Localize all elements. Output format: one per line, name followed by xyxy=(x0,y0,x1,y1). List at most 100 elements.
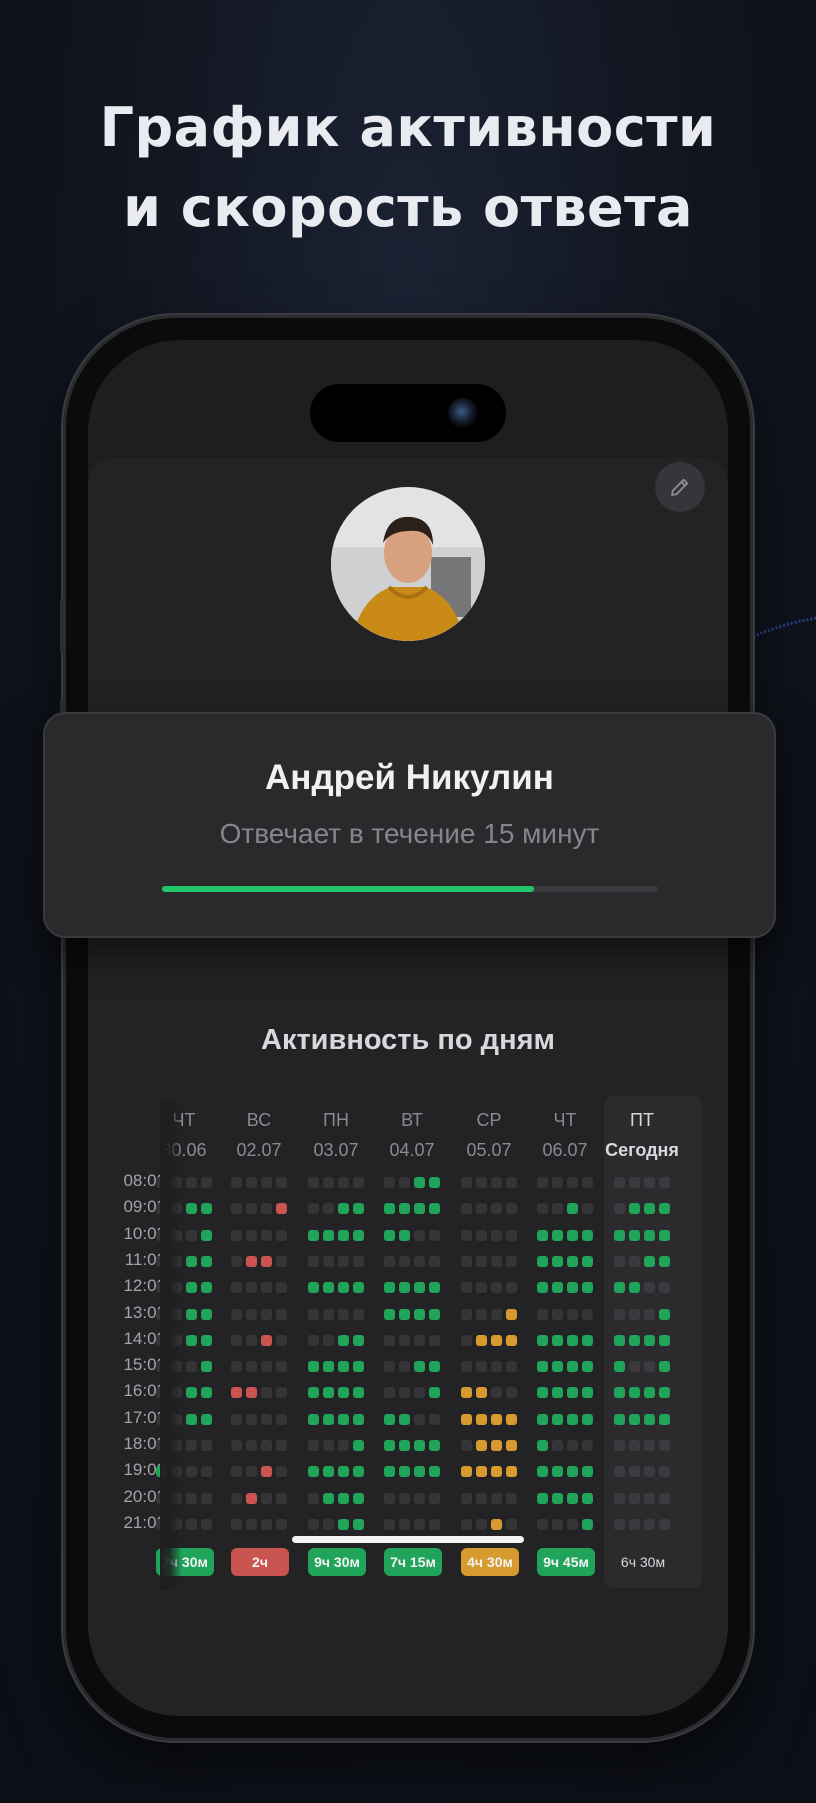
activity-cell-empty xyxy=(644,1440,655,1451)
activity-cell-empty xyxy=(567,1440,578,1451)
activity-cell-active xyxy=(323,1413,334,1425)
day-total-badge: 6ч 30м xyxy=(620,1554,666,1570)
activity-cell-active xyxy=(476,1413,487,1425)
activity-cell-active xyxy=(201,1361,212,1373)
activity-cell-active xyxy=(644,1229,655,1241)
activity-cell-empty xyxy=(461,1518,472,1530)
activity-cell-empty xyxy=(276,1229,287,1241)
activity-cell-active xyxy=(429,1440,440,1451)
activity-cell-active xyxy=(552,1282,563,1294)
day-total-badge: 2ч xyxy=(231,1548,289,1576)
activity-cell-empty xyxy=(246,1334,257,1346)
activity-cell-active xyxy=(186,1203,197,1215)
activity-cell-active xyxy=(582,1282,593,1294)
activity-cell-active xyxy=(567,1229,578,1241)
activity-cell-active xyxy=(384,1308,395,1320)
activity-cell-active xyxy=(461,1387,472,1399)
activity-cell-empty xyxy=(614,1255,625,1267)
activity-cell-empty xyxy=(644,1177,655,1188)
activity-cell-active xyxy=(353,1466,364,1478)
phone-side-button xyxy=(60,598,66,654)
activity-cell-active xyxy=(537,1282,548,1294)
activity-cell-empty xyxy=(461,1177,472,1188)
activity-cell-empty xyxy=(414,1413,425,1425)
activity-cell-empty xyxy=(246,1308,257,1320)
activity-cell-empty xyxy=(429,1492,440,1504)
activity-cell-empty xyxy=(261,1361,272,1373)
activity-cell-empty xyxy=(308,1203,319,1215)
activity-cell-empty xyxy=(261,1308,272,1320)
activity-cell-active xyxy=(567,1492,578,1504)
activity-cell-empty xyxy=(506,1255,517,1267)
activity-cell-empty xyxy=(246,1229,257,1241)
activity-cell-empty xyxy=(246,1177,257,1188)
activity-cell-active xyxy=(201,1203,212,1215)
activity-cell-empty xyxy=(491,1177,502,1188)
activity-cell-empty xyxy=(461,1203,472,1215)
activity-cell-active xyxy=(308,1466,319,1478)
activity-cell-empty xyxy=(614,1466,625,1478)
activity-cell-active xyxy=(429,1177,440,1188)
activity-cell-active xyxy=(261,1255,272,1267)
activity-cell-empty xyxy=(276,1492,287,1504)
activity-cell-empty xyxy=(246,1282,257,1294)
activity-cell-empty xyxy=(186,1466,197,1478)
activity-cell-empty xyxy=(567,1177,578,1188)
home-indicator[interactable] xyxy=(292,1536,524,1543)
activity-cell-empty xyxy=(644,1518,655,1530)
activity-cell-empty xyxy=(399,1387,410,1399)
activity-cell-active xyxy=(276,1203,287,1215)
activity-cell-active xyxy=(614,1282,625,1294)
activity-cell-active xyxy=(506,1334,517,1346)
activity-cell-active xyxy=(384,1413,395,1425)
activity-cell-empty xyxy=(323,1334,334,1346)
edit-button[interactable] xyxy=(655,462,705,512)
activity-cell-active xyxy=(506,1440,517,1451)
activity-cell-empty xyxy=(567,1518,578,1530)
activity-cell-active xyxy=(353,1518,364,1530)
activity-cell-active xyxy=(644,1387,655,1399)
activity-cell-active xyxy=(644,1334,655,1346)
activity-cell-empty xyxy=(231,1282,242,1294)
activity-cell-active xyxy=(414,1466,425,1478)
activity-cell-empty xyxy=(399,1518,410,1530)
activity-cell-empty xyxy=(614,1308,625,1320)
activity-cell-empty xyxy=(231,1492,242,1504)
activity-cell-empty xyxy=(384,1492,395,1504)
activity-cell-empty xyxy=(201,1492,212,1504)
activity-cell-empty xyxy=(552,1177,563,1188)
activity-cell-active xyxy=(384,1203,395,1215)
activity-cell-empty xyxy=(582,1440,593,1451)
activity-cell-active xyxy=(338,1518,349,1530)
activity-cell-empty xyxy=(399,1361,410,1373)
activity-cell-active xyxy=(629,1203,640,1215)
activity-cell-empty xyxy=(506,1177,517,1188)
day-date: 04.07 xyxy=(389,1140,435,1160)
activity-cell-empty xyxy=(276,1413,287,1425)
activity-cell-active xyxy=(659,1203,670,1215)
activity-cell-active xyxy=(338,1229,349,1241)
activity-cell-empty xyxy=(261,1282,272,1294)
activity-cell-empty xyxy=(186,1440,197,1451)
activity-cell-empty xyxy=(659,1466,670,1478)
activity-cell-active xyxy=(246,1387,257,1399)
activity-cell-empty xyxy=(491,1361,502,1373)
activity-cell-empty xyxy=(338,1177,349,1188)
activity-cell-active xyxy=(338,1466,349,1478)
activity-cell-active xyxy=(338,1361,349,1373)
activity-cell-empty xyxy=(261,1518,272,1530)
activity-cell-empty xyxy=(429,1518,440,1530)
activity-cell-active xyxy=(582,1229,593,1241)
activity-cell-active xyxy=(323,1229,334,1241)
activity-cell-active xyxy=(491,1334,502,1346)
activity-cell-empty xyxy=(629,1308,640,1320)
activity-cell-active xyxy=(659,1361,670,1373)
activity-cell-active xyxy=(614,1413,625,1425)
activity-cell-active xyxy=(308,1361,319,1373)
activity-cell-active xyxy=(353,1361,364,1373)
activity-cell-empty xyxy=(231,1229,242,1241)
activity-cell-empty xyxy=(476,1255,487,1267)
activity-cell-active xyxy=(614,1387,625,1399)
activity-cell-active xyxy=(414,1440,425,1451)
activity-cell-active xyxy=(399,1203,410,1215)
